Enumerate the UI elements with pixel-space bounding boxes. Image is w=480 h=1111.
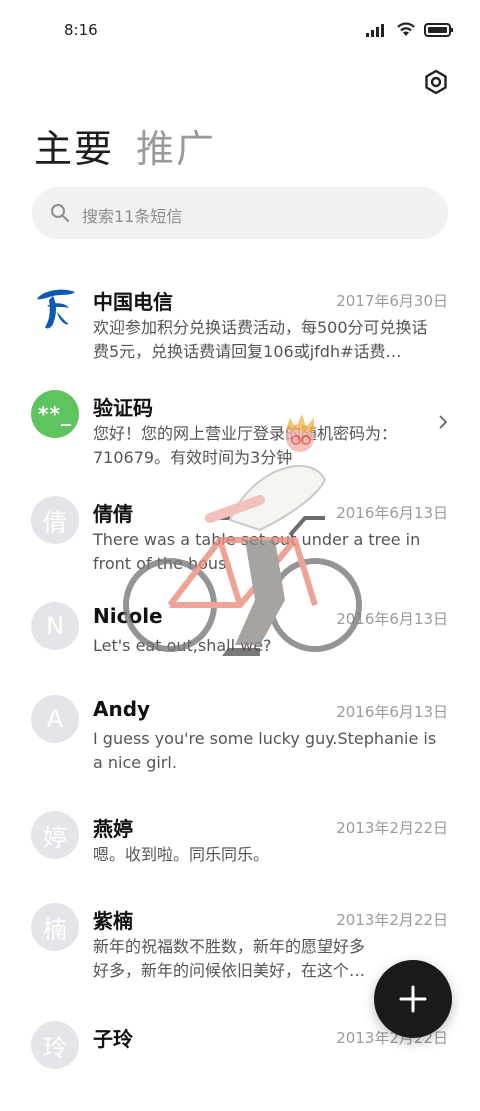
avatar	[31, 284, 79, 332]
message-preview: 欢迎参加积分兑换话费活动，每500分可兑换话费5元，兑换话费请回复106或jfd…	[93, 318, 428, 361]
settings-button[interactable]	[422, 68, 450, 96]
sender-name: 倩倩	[93, 502, 133, 526]
message-preview: There was a table set out under a tree i…	[93, 530, 421, 573]
status-icons	[366, 22, 454, 37]
avatar: 玲	[31, 1021, 79, 1069]
sender-name: 紫楠	[93, 909, 133, 933]
sender-name: 验证码	[93, 396, 153, 420]
avatar: **_	[31, 390, 79, 438]
wifi-icon	[397, 22, 415, 36]
message-date: 2013年2月22日	[336, 911, 448, 929]
search-icon	[51, 204, 69, 222]
message-date: 2016年6月13日	[336, 610, 448, 628]
signal-icon	[366, 23, 384, 37]
status-bar: 8:16	[0, 0, 480, 60]
search-bar[interactable]: 搜索11条短信	[32, 187, 448, 239]
message-preview: 新年的祝福数不胜数，新年的愿望好多好多，新年的问候依旧美好，在这个温馨的	[93, 937, 366, 980]
message-preview: 嗯。收到啦。同乐同乐。	[93, 845, 270, 864]
avatar: 倩	[31, 496, 79, 544]
avatar: 楠	[31, 903, 79, 951]
hexagon-gear-icon	[425, 69, 447, 95]
conversation-item-yanting[interactable]: 婷 燕婷 2013年2月22日 嗯。收到啦。同乐同乐。	[0, 795, 480, 887]
message-date: 2016年6月13日	[336, 504, 448, 522]
message-preview: 您好！您的网上营业厅登录的随机密码为：710679。有效时间为3分钟	[93, 424, 398, 467]
message-date: 2013年2月22日	[336, 819, 448, 837]
conversation-item-verification-code[interactable]: **_ 验证码 您好！您的网上营业厅登录的随机密码为：710679。有效时间为3…	[0, 374, 480, 480]
sender-name: 燕婷	[93, 817, 133, 841]
china-telecom-logo-icon	[37, 289, 75, 329]
avatar: A	[31, 695, 79, 743]
tab-bar: 主要 推广	[34, 118, 216, 173]
conversation-item-andy[interactable]: A Andy 2016年6月13日 I guess you're some lu…	[0, 679, 480, 795]
conversation-item-china-telecom[interactable]: 中国电信 2017年6月30日 欢迎参加积分兑换话费活动，每500分可兑换话费5…	[0, 268, 480, 374]
plus-icon	[399, 985, 427, 1013]
avatar: N	[31, 602, 79, 650]
sender-name: Nicole	[93, 604, 163, 628]
sender-name: 中国电信	[93, 290, 173, 314]
sender-name: 子玲	[93, 1027, 133, 1051]
avatar: 婷	[31, 811, 79, 859]
sender-name: Andy	[93, 697, 151, 721]
new-message-button[interactable]	[374, 960, 452, 1038]
chevron-right-icon[interactable]	[438, 414, 448, 430]
message-preview: I guess you're some lucky guy.Stephanie …	[93, 729, 437, 772]
message-date: 2017年6月30日	[336, 292, 448, 310]
battery-icon	[424, 22, 453, 37]
tab-promo[interactable]: 推广	[136, 118, 216, 173]
message-date: 2016年6月13日	[336, 703, 448, 721]
message-preview: Let's eat out,shall we?	[93, 636, 272, 655]
status-time: 8:16	[64, 21, 98, 39]
search-placeholder: 搜索11条短信	[82, 207, 183, 226]
conversation-item-nicole[interactable]: N Nicole 2016年6月13日 Let's eat out,shall …	[0, 586, 480, 679]
tab-primary[interactable]: 主要	[34, 118, 114, 173]
conversation-item-qianqian[interactable]: 倩 倩倩 2016年6月13日 There was a table set ou…	[0, 480, 480, 586]
